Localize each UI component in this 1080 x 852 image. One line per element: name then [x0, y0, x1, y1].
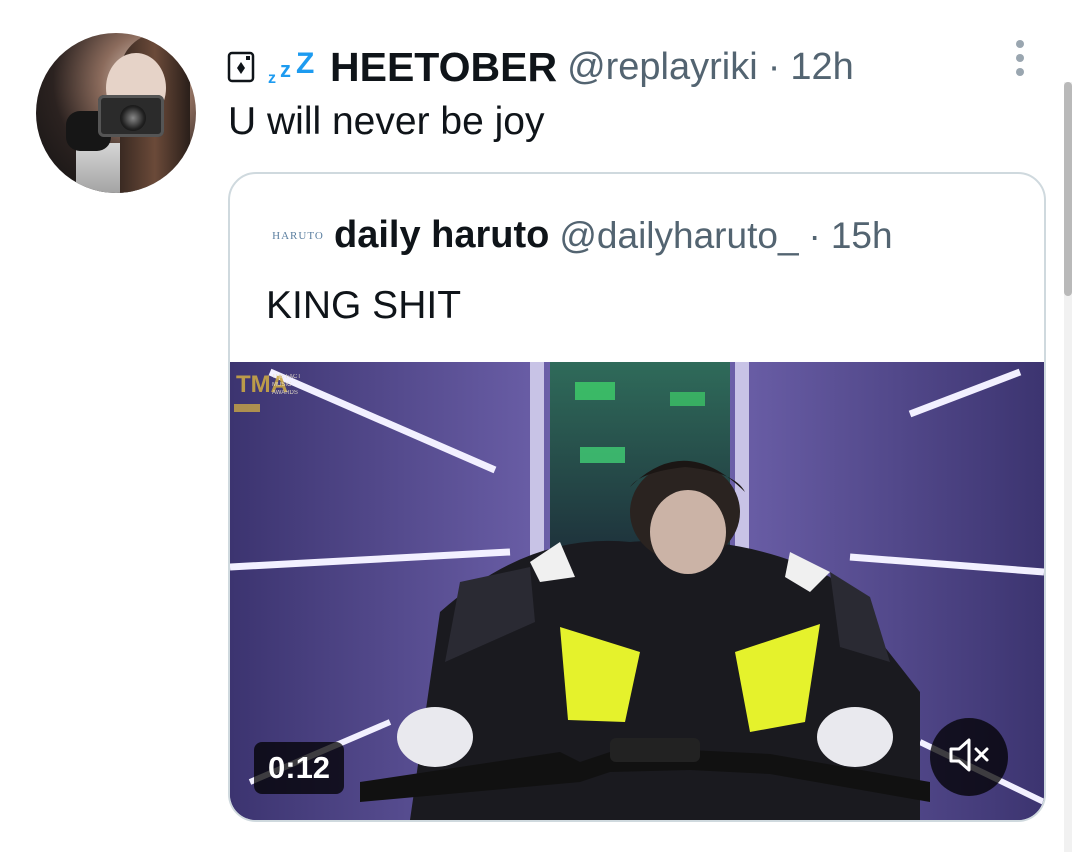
svg-text:Z: Z	[296, 47, 314, 80]
tweet-header: z z Z HEETOBER @replayriki · 12h	[226, 44, 854, 90]
tweet-time[interactable]: 12h	[790, 46, 853, 89]
speaker-muted-icon	[947, 735, 991, 780]
svg-text:AWARDS: AWARDS	[272, 390, 298, 396]
svg-text:THE FACT: THE FACT	[272, 374, 301, 380]
user-handle[interactable]: @replayriki	[567, 46, 758, 89]
avatar-camera-lens	[120, 105, 146, 131]
quoted-tweet-header: HARUTO daily haruto @dailyharuto_ · 15h	[272, 214, 893, 257]
svg-text:MUSIC: MUSIC	[272, 382, 292, 388]
quoted-separator-dot: ·	[808, 214, 821, 256]
svg-text:z: z	[280, 57, 291, 82]
mute-button[interactable]	[930, 718, 1008, 796]
display-name[interactable]: HEETOBER	[330, 44, 557, 91]
video-frame: TMA THE FACT MUSIC AWARDS	[230, 362, 1044, 820]
separator-dot: ·	[767, 45, 781, 88]
quoted-tweet-time[interactable]: 15h	[831, 215, 893, 257]
video-duration-badge: 0:12	[254, 742, 345, 794]
avatar[interactable]	[36, 33, 196, 193]
joker-card-icon	[226, 51, 256, 83]
quoted-avatar[interactable]: HARUTO	[272, 222, 324, 250]
more-options-icon[interactable]	[1012, 38, 1028, 78]
svg-text:z: z	[268, 70, 276, 87]
quoted-tweet-text: KING SHIT	[266, 284, 462, 327]
zzz-icon: z z Z	[266, 47, 320, 87]
scrollbar-thumb[interactable]	[1064, 82, 1072, 296]
tweet-text: U will never be joy	[228, 100, 545, 143]
quoted-user-handle[interactable]: @dailyharuto_	[559, 215, 798, 257]
quoted-display-name[interactable]: daily haruto	[334, 214, 549, 257]
quoted-tweet-card[interactable]: HARUTO daily haruto @dailyharuto_ · 15h …	[228, 172, 1046, 822]
video-player[interactable]: TMA THE FACT MUSIC AWARDS 0:12	[230, 362, 1044, 820]
